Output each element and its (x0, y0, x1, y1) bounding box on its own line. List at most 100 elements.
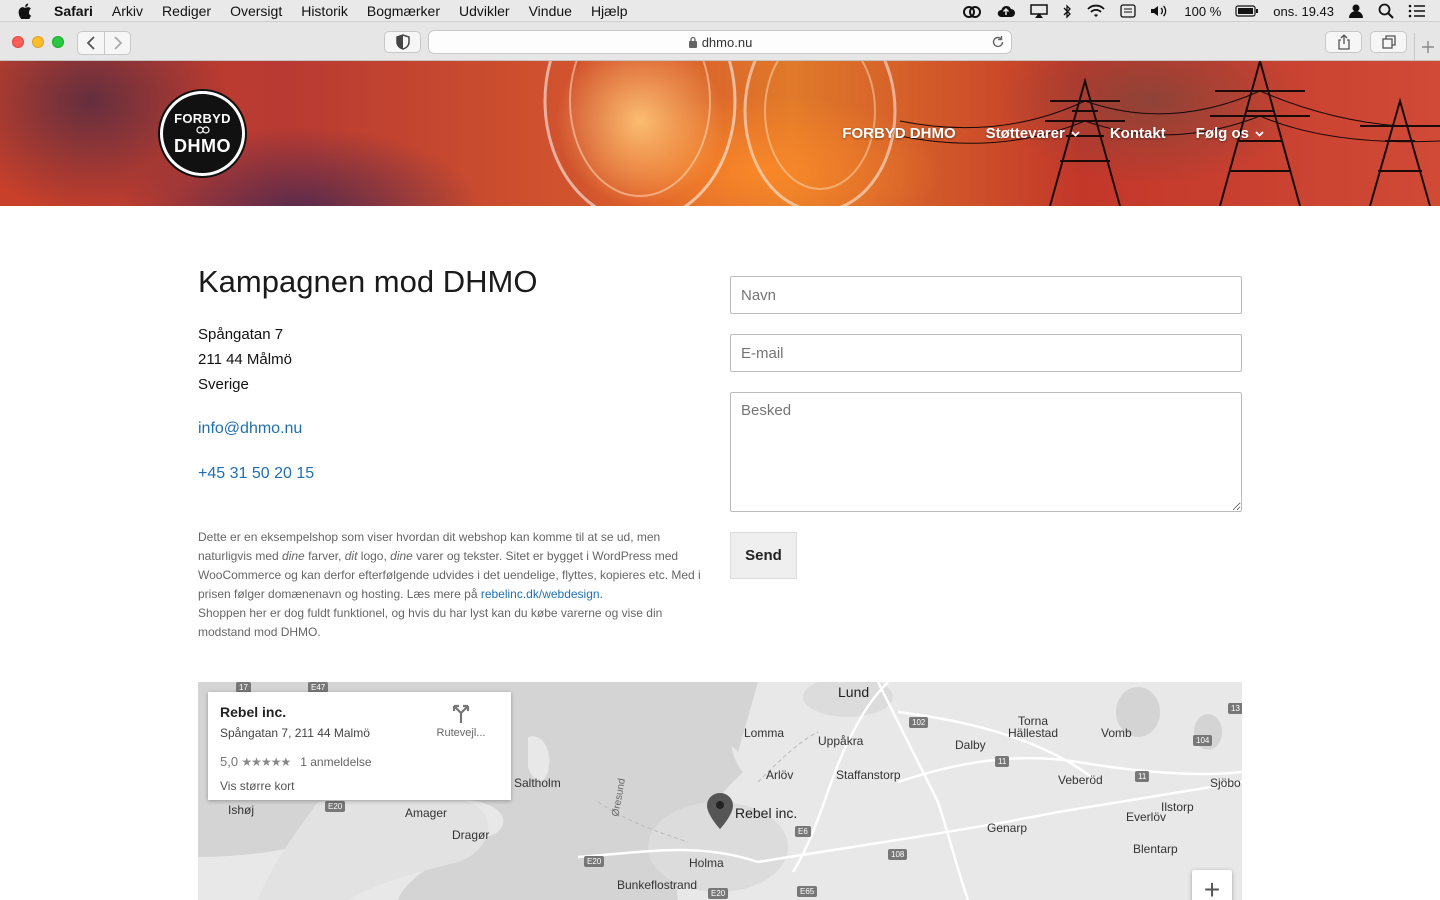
gas-mask-icon (195, 126, 210, 134)
shop-description: Dette er en eksempelshop som viser hvord… (198, 528, 703, 642)
nav-kontakt[interactable]: Kontakt (1110, 125, 1166, 142)
review-count-link[interactable]: 1 anmeldelse (300, 755, 371, 769)
phone-link[interactable]: +45 31 50 20 15 (198, 465, 703, 483)
map-place-sjobo: Sjöbo (1210, 776, 1241, 790)
road-shield-e65: E65 (797, 886, 818, 897)
map-place-blentarp: Blentarp (1133, 842, 1178, 856)
send-button[interactable]: Send (730, 532, 797, 579)
keyboard-input-icon[interactable] (1120, 4, 1137, 18)
map-zoom-in-button[interactable]: + (1192, 870, 1232, 900)
desc-text: farver, (304, 549, 345, 563)
address-line-city: 211 44 Målmö (198, 351, 292, 368)
notification-center-icon[interactable] (1408, 4, 1426, 18)
menu-rediger[interactable]: Rediger (162, 3, 211, 19)
map-place-staffanstorp: Staffanstorp (836, 768, 901, 782)
address-line-country: Sverige (198, 376, 249, 393)
map-place-arlov: Arlöv (766, 768, 794, 782)
airplay-icon[interactable] (1030, 4, 1049, 18)
directions-button[interactable]: Rutevejl... (431, 702, 491, 739)
menu-app-safari[interactable]: Safari (54, 3, 93, 19)
map-pin-icon[interactable] (706, 792, 734, 830)
browser-toolbar: dhmo.nu (0, 22, 1440, 61)
menu-historik[interactable]: Historik (301, 3, 348, 19)
map-place-dalby: Dalby (955, 738, 986, 752)
macos-menubar: Safari Arkiv Rediger Oversigt Historik B… (0, 0, 1440, 22)
rating-row: 5,0 ★★★★★ 1 anmeldelse (220, 754, 499, 769)
message-textarea[interactable] (730, 392, 1242, 512)
map-place-holma: Holma (689, 856, 724, 870)
bluetooth-icon[interactable] (1062, 3, 1072, 19)
wifi-icon[interactable] (1086, 4, 1106, 18)
directions-label: Rutevejl... (436, 727, 486, 739)
menu-udvikler[interactable]: Udvikler (459, 3, 510, 19)
menu-vindue[interactable]: Vindue (529, 3, 572, 19)
nav-folg-os[interactable]: Følg os (1196, 125, 1264, 142)
minimize-window-button[interactable] (32, 36, 44, 48)
road-shield-e20: E20 (584, 856, 605, 867)
lock-icon (688, 36, 698, 48)
nav-forbyd-dhmo[interactable]: FORBYD DHMO (842, 125, 955, 142)
desc-text: logo, (357, 549, 391, 563)
nav-folg-os-label: Følg os (1195, 125, 1249, 142)
close-window-button[interactable] (12, 36, 24, 48)
privacy-report-button[interactable] (384, 31, 421, 53)
view-larger-map-link[interactable]: Vis større kort (220, 779, 499, 793)
map-place-saltholm: Saltholm (514, 776, 561, 790)
map-place-lund: Lund (838, 684, 870, 700)
chevron-left-icon (86, 36, 95, 50)
clock[interactable]: ons. 19.43 (1273, 4, 1334, 19)
map-place-amager: Amager (405, 806, 448, 820)
webdesign-link[interactable]: rebelinc.dk/webdesign (481, 587, 600, 601)
share-icon (1337, 34, 1350, 50)
menu-oversigt[interactable]: Oversigt (230, 3, 282, 19)
desc-emphasis: dine (390, 549, 413, 563)
plus-icon (1421, 41, 1434, 53)
road-shield-11: 11 (995, 756, 1010, 767)
show-tabs-button[interactable] (1370, 31, 1407, 53)
name-input[interactable] (730, 276, 1242, 314)
rating-value: 5,0 (220, 754, 239, 769)
cloud-upload-icon[interactable] (996, 4, 1016, 18)
email-input[interactable] (730, 334, 1242, 372)
volume-icon[interactable] (1150, 4, 1170, 18)
creative-cloud-icon[interactable] (962, 3, 982, 19)
user-icon[interactable] (1348, 3, 1364, 19)
contact-form: Send (730, 276, 1242, 579)
logo-text-top: FORBYD (174, 111, 231, 126)
road-shield-13: 13 (1228, 703, 1242, 714)
url-text: dhmo.nu (701, 34, 753, 50)
spotlight-search-icon[interactable] (1378, 3, 1394, 19)
new-tab-button[interactable] (1414, 33, 1440, 61)
map-place-uppakra: Uppåkra (818, 734, 864, 748)
menu-bogmaerker[interactable]: Bogmærker (367, 3, 440, 19)
menubar-status-area: 100 % ons. 19.43 (962, 0, 1426, 22)
chevron-right-icon (113, 36, 122, 50)
email-link[interactable]: info@dhmo.nu (198, 420, 703, 438)
road-shield-e6: E6 (795, 826, 811, 837)
menu-arkiv[interactable]: Arkiv (112, 3, 143, 19)
map-place-everlov: Everlöv (1126, 810, 1167, 824)
site-header-banner: FORBYD DHMO FORBYD DHMO Støttevarer Kont… (0, 61, 1440, 206)
forward-button[interactable] (104, 32, 130, 54)
map-place-torna-hallestad: Torna Hällestad (1007, 714, 1059, 740)
description-paragraph-2: Shoppen her er dog fuldt funktionel, og … (198, 606, 663, 639)
road-shield-e20: E20 (708, 888, 729, 899)
menu-hjaelp[interactable]: Hjælp (591, 3, 628, 19)
desc-emphasis: dit (344, 549, 358, 563)
directions-icon (452, 704, 470, 723)
back-button[interactable] (78, 32, 104, 54)
reload-icon[interactable] (991, 35, 1005, 49)
address-bar[interactable]: dhmo.nu (428, 30, 1012, 54)
site-logo[interactable]: FORBYD DHMO (160, 91, 245, 176)
zoom-window-button[interactable] (52, 36, 64, 48)
rating-stars-icon: ★★★★★ (241, 755, 291, 769)
battery-icon[interactable] (1235, 5, 1259, 17)
nav-stottevarer[interactable]: Støttevarer (986, 125, 1080, 142)
apple-icon[interactable] (18, 3, 40, 19)
google-map-embed[interactable]: Lund Lomma Uppåkra Torna Hällestad Vomb … (198, 682, 1242, 900)
nav-forbyd-dhmo-label: FORBYD DHMO (842, 125, 956, 142)
desc-text: . (599, 587, 603, 601)
share-button[interactable] (1325, 31, 1362, 53)
map-place-bunkeflostrand: Bunkeflostrand (617, 878, 698, 892)
desc-emphasis: dine (282, 549, 305, 563)
